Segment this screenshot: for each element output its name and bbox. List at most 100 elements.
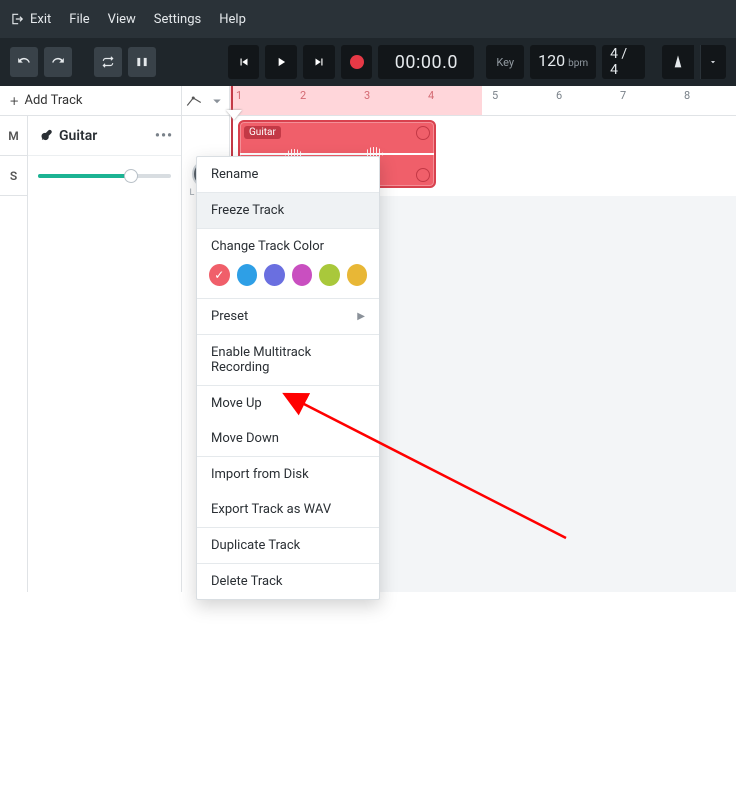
plus-icon: + (10, 92, 18, 110)
skip-start-icon (237, 55, 251, 69)
tempo-display[interactable]: 120 bpm (530, 45, 596, 79)
timeline-ruler[interactable]: 1 2 3 4 5 6 7 8 (230, 86, 736, 115)
mute-button[interactable]: M (0, 116, 27, 156)
menu-file[interactable]: File (69, 12, 89, 27)
menu-view[interactable]: View (108, 12, 136, 27)
ruler-tick: 7 (620, 89, 626, 102)
clip-mute-icon[interactable] (416, 168, 430, 182)
chevron-right-icon: ▶ (357, 311, 365, 322)
track-header-column-bg (28, 196, 182, 592)
metronome-icon (670, 54, 686, 70)
add-track-label: Add Track (24, 93, 82, 108)
menu-settings[interactable]: Settings (154, 12, 201, 27)
ctx-preset[interactable]: Preset ▶ (197, 299, 379, 334)
ctx-export-wav[interactable]: Export Track as WAV (197, 492, 379, 527)
arrange-tool-cell[interactable] (182, 86, 230, 115)
loop-icon (101, 55, 115, 69)
loop-button[interactable] (94, 47, 122, 77)
track-context-menu: Rename Freeze Track Change Track Color P… (196, 156, 380, 600)
ruler-tick: 1 (236, 89, 242, 102)
record-icon (350, 55, 364, 69)
ctx-freeze-label: Freeze Track (211, 203, 284, 218)
ctx-move-up[interactable]: Move Up (197, 386, 379, 421)
skip-start-button[interactable] (228, 45, 260, 79)
clip-label: Guitar (244, 126, 281, 139)
ctx-freeze-track[interactable]: Freeze Track (197, 193, 379, 228)
ctx-rename[interactable]: Rename (197, 157, 379, 192)
play-icon (274, 55, 288, 69)
color-swatch-yellow[interactable] (347, 264, 368, 286)
color-swatch-green[interactable] (319, 264, 340, 286)
menu-help[interactable]: Help (219, 12, 246, 27)
color-swatch-blue[interactable] (237, 264, 258, 286)
ctx-rename-label: Rename (211, 167, 258, 182)
snap-icon (135, 55, 149, 69)
ctx-move-down[interactable]: Move Down (197, 421, 379, 456)
track-volume-row (28, 156, 181, 196)
waveform (240, 153, 434, 155)
ctx-multitrack[interactable]: Enable Multitrack Recording (197, 335, 379, 385)
color-swatch-red[interactable] (209, 264, 230, 286)
guitar-icon (38, 128, 53, 143)
mute-solo-column: M S (0, 116, 28, 196)
toolbar: 00:00.0 Key 120 bpm 4 / 4 (0, 38, 736, 86)
loop-region[interactable] (230, 86, 482, 115)
key-display[interactable]: Key (486, 45, 524, 79)
ctx-color-swatches (197, 256, 379, 298)
skip-end-icon (312, 55, 326, 69)
clip-loop-icon[interactable] (416, 126, 430, 140)
snap-button[interactable] (128, 47, 156, 77)
ctx-duplicate-label: Duplicate Track (211, 538, 300, 553)
tempo-value: 120 (538, 51, 565, 70)
time-signature-display[interactable]: 4 / 4 (602, 45, 645, 79)
add-track-button[interactable]: + Add Track (0, 86, 182, 115)
exit-icon (10, 12, 24, 26)
automation-icon (185, 92, 203, 110)
record-button[interactable] (341, 45, 373, 79)
exit-button[interactable]: Exit (10, 12, 51, 27)
skip-end-button[interactable] (303, 45, 335, 79)
menubar: Exit File View Settings Help (0, 0, 736, 38)
mute-solo-column-bg (0, 196, 28, 592)
track-header: Guitar ••• (28, 116, 182, 196)
ruler-row: + Add Track 1 2 3 4 5 6 7 8 (0, 86, 736, 116)
ruler-tick: 2 (300, 89, 306, 102)
metronome-button[interactable] (662, 45, 694, 79)
ctx-import-label: Import from Disk (211, 467, 309, 482)
ruler-tick: 8 (684, 89, 690, 102)
ctx-delete-label: Delete Track (211, 574, 283, 589)
redo-button[interactable] (44, 47, 72, 77)
chevron-down-icon (208, 92, 226, 110)
volume-slider[interactable] (38, 174, 171, 178)
color-swatch-purple[interactable] (264, 264, 285, 286)
ctx-move-up-label: Move Up (211, 396, 262, 411)
ctx-delete[interactable]: Delete Track (197, 564, 379, 599)
undo-button[interactable] (10, 47, 38, 77)
ruler-tick: 5 (492, 89, 498, 102)
ruler-tick: 6 (556, 89, 562, 102)
play-button[interactable] (265, 45, 297, 79)
ctx-change-color: Change Track Color (197, 229, 379, 256)
ctx-duplicate[interactable]: Duplicate Track (197, 528, 379, 563)
redo-icon (51, 55, 65, 69)
exit-label: Exit (30, 12, 51, 27)
ctx-import-disk[interactable]: Import from Disk (197, 457, 379, 492)
solo-button[interactable]: S (0, 156, 27, 196)
ctx-move-down-label: Move Down (211, 431, 279, 446)
track-more-button[interactable]: ••• (155, 128, 173, 144)
chevron-down-icon (708, 57, 718, 67)
track-name-label: Guitar (59, 128, 97, 144)
undo-icon (17, 55, 31, 69)
ctx-export-label: Export Track as WAV (211, 502, 331, 517)
ruler-tick: 4 (428, 89, 434, 102)
color-swatch-magenta[interactable] (292, 264, 313, 286)
tempo-unit: bpm (568, 58, 588, 69)
metronome-dropdown[interactable] (700, 45, 726, 79)
timecode-display[interactable]: 00:00.0 (378, 45, 474, 79)
ctx-preset-label: Preset (211, 309, 248, 324)
volume-knob[interactable] (124, 169, 138, 183)
track-name-row[interactable]: Guitar ••• (28, 116, 181, 156)
ctx-change-color-label: Change Track Color (211, 239, 324, 254)
ctx-multitrack-label: Enable Multitrack Recording (211, 345, 365, 375)
volume-fill (38, 174, 131, 178)
